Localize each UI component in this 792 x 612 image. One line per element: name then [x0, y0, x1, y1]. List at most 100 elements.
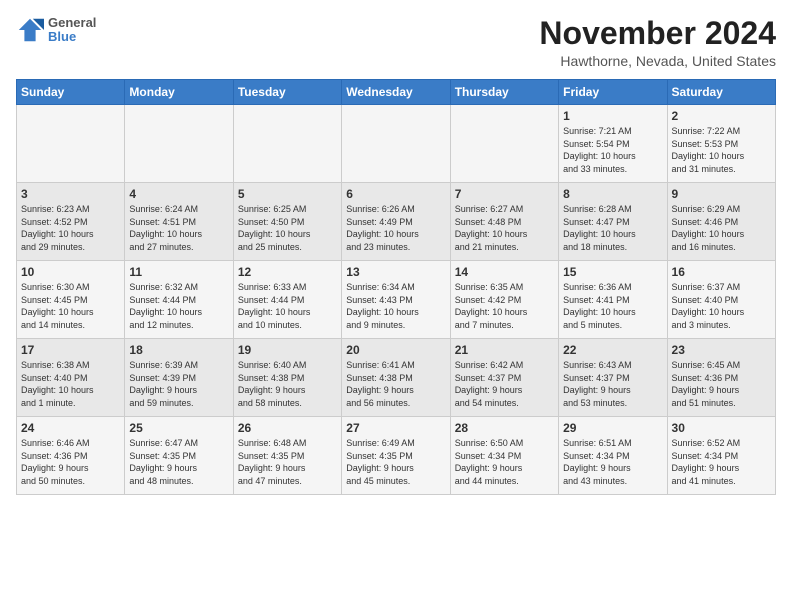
day-number: 28: [455, 421, 554, 435]
day-number: 15: [563, 265, 662, 279]
day-number: 25: [129, 421, 228, 435]
calendar-cell: 4 Sunrise: 6:24 AM Sunset: 4:51 PM Daylig…: [125, 183, 233, 261]
calendar-cell: 15 Sunrise: 6:36 AM Sunset: 4:41 PM Dayli…: [559, 261, 667, 339]
day-info: Sunrise: 6:25 AM Sunset: 4:50 PM Dayligh…: [238, 203, 337, 253]
calendar-cell: 12Sunrise: 6:33 AM Sunset: 4:44 PM Dayli…: [233, 261, 341, 339]
day-number: 18: [129, 343, 228, 357]
day-info: Sunrise: 6:27 AM Sunset: 4:48 PM Dayligh…: [455, 203, 554, 253]
day-number: 8: [563, 187, 662, 201]
calendar-cell: 19Sunrise: 6:40 AM Sunset: 4:38 PM Dayli…: [233, 339, 341, 417]
col-tuesday: Tuesday: [233, 80, 341, 105]
calendar-table: Sunday Monday Tuesday Wednesday Thursday…: [16, 79, 776, 495]
calendar-cell: 28 Sunrise: 6:50 AM Sunset: 4:34 PM Dayli…: [450, 417, 558, 495]
day-number: 29: [563, 421, 662, 435]
day-info: Sunrise: 6:37 AM Sunset: 4:40 PM Dayligh…: [672, 281, 771, 331]
month-title: November 2024: [539, 16, 776, 51]
day-info: Sunrise: 6:48 AM Sunset: 4:35 PM Dayligh…: [238, 437, 337, 487]
calendar-cell: 29 Sunrise: 6:51 AM Sunset: 4:34 PM Dayli…: [559, 417, 667, 495]
day-info: Sunrise: 6:45 AM Sunset: 4:36 PM Dayligh…: [672, 359, 771, 409]
calendar-cell: [17, 105, 125, 183]
title-block: November 2024 Hawthorne, Nevada, United …: [539, 16, 776, 69]
day-info: Sunrise: 6:29 AM Sunset: 4:46 PM Dayligh…: [672, 203, 771, 253]
day-number: 20: [346, 343, 445, 357]
col-thursday: Thursday: [450, 80, 558, 105]
day-info: Sunrise: 6:38 AM Sunset: 4:40 PM Dayligh…: [21, 359, 120, 409]
day-number: 7: [455, 187, 554, 201]
day-number: 26: [238, 421, 337, 435]
day-info: Sunrise: 6:52 AM Sunset: 4:34 PM Dayligh…: [672, 437, 771, 487]
day-number: 4: [129, 187, 228, 201]
day-info: Sunrise: 6:43 AM Sunset: 4:37 PM Dayligh…: [563, 359, 662, 409]
day-number: 13: [346, 265, 445, 279]
calendar-week-3: 10Sunrise: 6:30 AM Sunset: 4:45 PM Dayli…: [17, 261, 776, 339]
day-number: 3: [21, 187, 120, 201]
day-info: Sunrise: 6:24 AM Sunset: 4:51 PM Dayligh…: [129, 203, 228, 253]
day-info: Sunrise: 6:46 AM Sunset: 4:36 PM Dayligh…: [21, 437, 120, 487]
day-info: Sunrise: 7:21 AM Sunset: 5:54 PM Dayligh…: [563, 125, 662, 175]
day-info: Sunrise: 6:39 AM Sunset: 4:39 PM Dayligh…: [129, 359, 228, 409]
calendar-cell: 23 Sunrise: 6:45 AM Sunset: 4:36 PM Dayli…: [667, 339, 775, 417]
day-number: 5: [238, 187, 337, 201]
calendar-cell: 30 Sunrise: 6:52 AM Sunset: 4:34 PM Dayli…: [667, 417, 775, 495]
day-number: 24: [21, 421, 120, 435]
calendar-cell: [450, 105, 558, 183]
calendar-cell: [233, 105, 341, 183]
day-info: Sunrise: 6:23 AM Sunset: 4:52 PM Dayligh…: [21, 203, 120, 253]
header: General Blue November 2024 Hawthorne, Ne…: [16, 16, 776, 69]
calendar-cell: 5 Sunrise: 6:25 AM Sunset: 4:50 PM Daylig…: [233, 183, 341, 261]
calendar-cell: [342, 105, 450, 183]
calendar-cell: [125, 105, 233, 183]
calendar-cell: 21 Sunrise: 6:42 AM Sunset: 4:37 PM Dayli…: [450, 339, 558, 417]
calendar-cell: 9Sunrise: 6:29 AM Sunset: 4:46 PM Daylig…: [667, 183, 775, 261]
calendar-cell: 8 Sunrise: 6:28 AM Sunset: 4:47 PM Daylig…: [559, 183, 667, 261]
calendar-week-2: 3 Sunrise: 6:23 AM Sunset: 4:52 PM Daylig…: [17, 183, 776, 261]
logo-icon: [16, 16, 44, 44]
day-info: Sunrise: 6:42 AM Sunset: 4:37 PM Dayligh…: [455, 359, 554, 409]
col-saturday: Saturday: [667, 80, 775, 105]
calendar-week-1: 1 Sunrise: 7:21 AM Sunset: 5:54 PM Daylig…: [17, 105, 776, 183]
col-friday: Friday: [559, 80, 667, 105]
calendar-cell: 14Sunrise: 6:35 AM Sunset: 4:42 PM Dayli…: [450, 261, 558, 339]
calendar-cell: 10Sunrise: 6:30 AM Sunset: 4:45 PM Dayli…: [17, 261, 125, 339]
calendar-cell: 6Sunrise: 6:26 AM Sunset: 4:49 PM Daylig…: [342, 183, 450, 261]
col-wednesday: Wednesday: [342, 80, 450, 105]
day-number: 30: [672, 421, 771, 435]
calendar-cell: 11 Sunrise: 6:32 AM Sunset: 4:44 PM Dayli…: [125, 261, 233, 339]
calendar-cell: 3 Sunrise: 6:23 AM Sunset: 4:52 PM Daylig…: [17, 183, 125, 261]
calendar-cell: 20Sunrise: 6:41 AM Sunset: 4:38 PM Dayli…: [342, 339, 450, 417]
header-row: Sunday Monday Tuesday Wednesday Thursday…: [17, 80, 776, 105]
day-number: 23: [672, 343, 771, 357]
logo-text: General Blue: [48, 16, 96, 45]
day-number: 12: [238, 265, 337, 279]
day-info: Sunrise: 6:35 AM Sunset: 4:42 PM Dayligh…: [455, 281, 554, 331]
calendar-cell: 26 Sunrise: 6:48 AM Sunset: 4:35 PM Dayli…: [233, 417, 341, 495]
day-info: Sunrise: 6:36 AM Sunset: 4:41 PM Dayligh…: [563, 281, 662, 331]
day-number: 21: [455, 343, 554, 357]
calendar-cell: 17Sunrise: 6:38 AM Sunset: 4:40 PM Dayli…: [17, 339, 125, 417]
calendar-week-5: 24 Sunrise: 6:46 AM Sunset: 4:36 PM Dayli…: [17, 417, 776, 495]
day-info: Sunrise: 6:28 AM Sunset: 4:47 PM Dayligh…: [563, 203, 662, 253]
col-monday: Monday: [125, 80, 233, 105]
calendar-cell: 18 Sunrise: 6:39 AM Sunset: 4:39 PM Dayli…: [125, 339, 233, 417]
calendar-cell: 22Sunrise: 6:43 AM Sunset: 4:37 PM Dayli…: [559, 339, 667, 417]
calendar-week-4: 17Sunrise: 6:38 AM Sunset: 4:40 PM Dayli…: [17, 339, 776, 417]
logo: General Blue: [16, 16, 96, 45]
day-number: 1: [563, 109, 662, 123]
calendar-cell: 25 Sunrise: 6:47 AM Sunset: 4:35 PM Dayli…: [125, 417, 233, 495]
day-info: Sunrise: 6:32 AM Sunset: 4:44 PM Dayligh…: [129, 281, 228, 331]
day-number: 2: [672, 109, 771, 123]
day-number: 27: [346, 421, 445, 435]
day-info: Sunrise: 6:47 AM Sunset: 4:35 PM Dayligh…: [129, 437, 228, 487]
day-info: Sunrise: 6:51 AM Sunset: 4:34 PM Dayligh…: [563, 437, 662, 487]
day-info: Sunrise: 7:22 AM Sunset: 5:53 PM Dayligh…: [672, 125, 771, 175]
calendar-cell: 2 Sunrise: 7:22 AM Sunset: 5:53 PM Daylig…: [667, 105, 775, 183]
day-info: Sunrise: 6:34 AM Sunset: 4:43 PM Dayligh…: [346, 281, 445, 331]
day-number: 11: [129, 265, 228, 279]
day-info: Sunrise: 6:50 AM Sunset: 4:34 PM Dayligh…: [455, 437, 554, 487]
location-title: Hawthorne, Nevada, United States: [539, 53, 776, 69]
day-info: Sunrise: 6:26 AM Sunset: 4:49 PM Dayligh…: [346, 203, 445, 253]
day-info: Sunrise: 6:40 AM Sunset: 4:38 PM Dayligh…: [238, 359, 337, 409]
calendar-cell: 13 Sunrise: 6:34 AM Sunset: 4:43 PM Dayli…: [342, 261, 450, 339]
calendar-page: General Blue November 2024 Hawthorne, Ne…: [0, 0, 792, 505]
day-number: 16: [672, 265, 771, 279]
